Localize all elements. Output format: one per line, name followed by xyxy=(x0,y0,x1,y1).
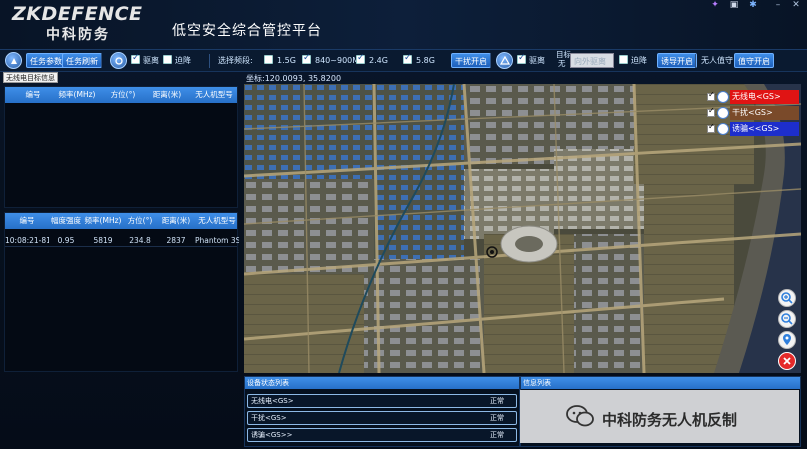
device-status: 正常 xyxy=(490,431,504,439)
table-header: 编号 幅度强度 频率(MHz) 方位(°) 距离(米) 无人机型号 xyxy=(5,213,237,229)
device-status: 正常 xyxy=(490,414,504,422)
toolbar-divider xyxy=(209,54,210,68)
lead-on-button[interactable]: 值守开启 xyxy=(734,53,774,68)
direction-input[interactable]: 向外驱离 xyxy=(570,53,614,68)
legend-item-radio[interactable]: 无线电<GS> xyxy=(705,90,799,104)
drone-detection-table: 编号 幅度强度 频率(MHz) 方位(°) 距离(米) 无人机型号 10:08:… xyxy=(4,212,239,372)
cell-bearing: 234.8 xyxy=(129,236,151,245)
skin-icon[interactable]: ✦ xyxy=(709,0,721,10)
jammer-icon xyxy=(717,107,729,119)
panel-title: 信息列表 xyxy=(521,377,800,389)
task-params-button[interactable]: 任务参数 xyxy=(26,53,66,68)
legend-checkbox[interactable] xyxy=(707,106,715,117)
band-4-checkbox[interactable] xyxy=(403,53,412,64)
legend-label: 诱骗<<GS> xyxy=(730,122,799,136)
column-header: 距离(米) xyxy=(152,90,182,99)
close-icon[interactable]: ✕ xyxy=(790,0,802,10)
legend-item-jam[interactable]: 干扰<GS> xyxy=(705,106,799,120)
forced-landing-2-checkbox[interactable] xyxy=(619,55,628,64)
app-window: ZKDEFENCE 中科防务 低空安全综合管控平台 ✦ ▣ ✱ – ✕ 任务参数… xyxy=(0,0,807,449)
table-row[interactable]: 10:08:21-81 0.95 5819 234.8 2837 Phantom… xyxy=(5,234,239,247)
task-refresh-button[interactable]: 任务刷新 xyxy=(62,53,102,68)
toolbar-divider xyxy=(101,54,102,68)
forced-landing-2-label: 迫降 xyxy=(631,56,647,65)
legend-label: 无线电<GS> xyxy=(730,90,799,104)
device-status-panel: 设备状态列表 无线电<GS> 正常 干扰<GS> 正常 诱骗<GS>> 正常 xyxy=(244,376,520,447)
cell-frequency: 5819 xyxy=(93,236,113,245)
logo-text: ZKDEFENCE xyxy=(12,3,143,25)
zoom-out-icon[interactable] xyxy=(778,310,796,328)
table-header: 编号 频率(MHz) 方位(°) 距离(米) 无人机型号 xyxy=(5,87,237,103)
column-header: 幅度强度 xyxy=(51,216,81,225)
band-1-label: 1.5G xyxy=(277,56,296,65)
device-row[interactable]: 诱骗<GS>> 正常 xyxy=(247,428,517,442)
drive-away-label: 驱离 xyxy=(143,56,159,65)
legend-label: 干扰<GS> xyxy=(730,106,799,120)
forced-landing-checkbox[interactable] xyxy=(163,55,172,64)
spoof-on-button[interactable]: 诱导开启 xyxy=(657,53,697,68)
tooltip: 无线电目标信息 xyxy=(3,72,58,83)
forced-landing-label: 迫降 xyxy=(175,56,191,65)
cell-distance: 2837 xyxy=(166,236,186,245)
spoof-icon xyxy=(717,123,729,135)
coordinate-readout: 坐标:120.0093, 35.8200 xyxy=(246,73,341,84)
column-header: 无人机型号 xyxy=(198,216,236,225)
device-row[interactable]: 无线电<GS> 正常 xyxy=(247,394,517,408)
radar-icon[interactable] xyxy=(5,52,22,69)
drive-away-2-checkbox[interactable] xyxy=(517,53,526,64)
toolbar-divider xyxy=(695,54,696,68)
wechat-icon xyxy=(566,405,594,427)
minimize-icon[interactable]: – xyxy=(772,0,784,10)
device-name: 无线电<GS> xyxy=(251,397,294,405)
locate-icon[interactable] xyxy=(778,331,796,349)
drive-away-2-label: 驱离 xyxy=(529,56,545,65)
logo-chinese: 中科防务 xyxy=(46,27,110,43)
column-header: 方位(°) xyxy=(110,90,136,99)
column-header: 频率(MHz) xyxy=(84,216,122,225)
clear-icon[interactable] xyxy=(778,352,796,370)
band-1-checkbox[interactable] xyxy=(264,55,273,64)
coordinate-value: 120.0093, 35.8200 xyxy=(264,74,342,83)
watermark-text: 中科防务无人机反制 xyxy=(602,411,738,429)
band-3-label: 2.4G xyxy=(369,56,388,65)
coordinate-label: 坐标: xyxy=(246,74,265,83)
toolbar: 任务参数 任务刷新 驱离 迫降 选择频段: 1.5G 840~900M 2.4G… xyxy=(0,50,807,72)
band-select-label: 选择频段: xyxy=(218,56,253,65)
uav-detect-label: 无人值守 xyxy=(701,56,733,65)
radio-icon xyxy=(717,91,729,103)
header-bar: ZKDEFENCE 中科防务 低空安全综合管控平台 ✦ ▣ ✱ – ✕ xyxy=(0,0,807,50)
band-4-label: 5.8G xyxy=(416,56,435,65)
panel-title: 设备状态列表 xyxy=(245,377,519,389)
toolbar-divider xyxy=(490,54,491,68)
legend-item-spoof[interactable]: 诱骗<<GS> xyxy=(705,122,799,136)
none-label: 无 xyxy=(558,59,566,68)
screen-icon[interactable]: ▣ xyxy=(728,0,740,10)
zoom-in-icon[interactable] xyxy=(778,289,796,307)
jam-on-button[interactable]: 干扰开启 xyxy=(451,53,491,68)
page-title: 低空安全综合管控平台 xyxy=(172,23,322,39)
device-name: 干扰<GS> xyxy=(251,414,287,422)
legend-checkbox[interactable] xyxy=(707,122,715,133)
band-2-label: 840~900M xyxy=(315,56,360,65)
spoof-icon[interactable] xyxy=(496,52,513,69)
drive-away-checkbox[interactable] xyxy=(131,53,140,64)
column-header: 距离(米) xyxy=(161,216,191,225)
band-2-checkbox[interactable] xyxy=(302,53,311,64)
cell-amplitude: 0.95 xyxy=(57,236,75,245)
column-header: 编号 xyxy=(25,90,41,99)
cell-model: Phantom 3SE xyxy=(195,236,239,245)
device-row[interactable]: 干扰<GS> 正常 xyxy=(247,411,517,425)
column-header: 方位(°) xyxy=(127,216,153,225)
column-header: 无人机型号 xyxy=(195,90,233,99)
column-header: 编号 xyxy=(19,216,35,225)
jammer-icon[interactable] xyxy=(110,52,127,69)
cell-id: 10:08:21-81 xyxy=(5,236,49,245)
radio-target-table: 编号 频率(MHz) 方位(°) 距离(米) 无人机型号 xyxy=(4,86,238,208)
legend-checkbox[interactable] xyxy=(707,90,715,101)
band-3-checkbox[interactable] xyxy=(356,53,365,64)
column-header: 频率(MHz) xyxy=(58,90,96,99)
gear-icon[interactable]: ✱ xyxy=(747,0,759,10)
device-name: 诱骗<GS>> xyxy=(251,431,293,439)
device-status: 正常 xyxy=(490,397,504,405)
